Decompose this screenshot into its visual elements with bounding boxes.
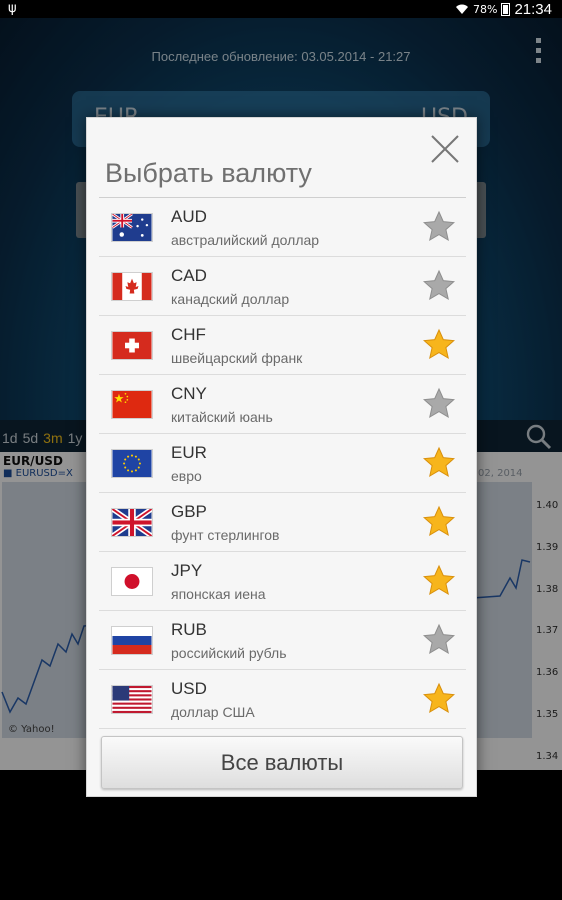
currency-row-cny[interactable]: CNY китайский юань	[99, 375, 466, 434]
currency-name: австралийский доллар	[171, 232, 320, 248]
star-outline-icon[interactable]	[422, 387, 456, 421]
close-icon[interactable]	[428, 132, 462, 166]
au-flag-icon	[111, 213, 153, 242]
jp-flag-icon	[111, 567, 153, 596]
ch-flag-icon	[111, 331, 153, 360]
choose-currency-dialog: Выбрать валюту AUD австралийский доллар CA…	[86, 117, 477, 797]
currency-code: USD	[171, 679, 207, 698]
currency-code: CHF	[171, 325, 206, 344]
currency-name: китайский юань	[171, 409, 273, 425]
currency-name: японская иена	[171, 586, 266, 602]
currency-code: GBP	[171, 502, 207, 521]
star-filled-icon[interactable]	[422, 505, 456, 539]
currency-row-gbp[interactable]: GBP фунт стерлингов	[99, 493, 466, 552]
dialog-title: Выбрать валюту	[105, 158, 312, 188]
currency-row-usd[interactable]: USD доллар США	[99, 670, 466, 729]
usb-icon: ψ	[8, 1, 17, 16]
currency-row-jpy[interactable]: JPY японская иена	[99, 552, 466, 611]
star-filled-icon[interactable]	[422, 682, 456, 716]
star-outline-icon[interactable]	[422, 210, 456, 244]
currency-code: AUD	[171, 207, 207, 226]
star-outline-icon[interactable]	[422, 269, 456, 303]
currency-name: доллар США	[171, 704, 255, 720]
status-bar: ψ 78% 21:34	[0, 0, 562, 18]
currency-name: канадский доллар	[171, 291, 290, 307]
star-outline-icon[interactable]	[422, 623, 456, 657]
cn-flag-icon	[111, 390, 153, 419]
currency-code: CNY	[171, 384, 207, 403]
battery-icon	[501, 2, 511, 16]
currency-row-cad[interactable]: CAD канадский доллар	[99, 257, 466, 316]
eu-flag-icon	[111, 449, 153, 478]
currency-row-eur[interactable]: EUR евро	[99, 434, 466, 493]
star-filled-icon[interactable]	[422, 328, 456, 362]
currency-row-chf[interactable]: CHF швейцарский франк	[99, 316, 466, 375]
currency-name: российский рубль	[171, 645, 287, 661]
star-filled-icon[interactable]	[422, 446, 456, 480]
currency-row-aud[interactable]: AUD австралийский доллар	[99, 198, 466, 257]
currency-name: швейцарский франк	[171, 350, 303, 366]
ca-flag-icon	[111, 272, 153, 301]
wifi-icon	[455, 0, 469, 19]
currency-name: евро	[171, 468, 202, 484]
currency-code: RUB	[171, 620, 207, 639]
clock: 21:34	[514, 0, 552, 18]
ru-flag-icon	[111, 626, 153, 655]
all-currencies-button[interactable]: Все валюты	[101, 736, 463, 789]
currency-code: JPY	[171, 561, 203, 580]
gb-flag-icon	[111, 508, 153, 537]
currency-name: фунт стерлингов	[171, 527, 280, 543]
battery-percent: 78%	[473, 2, 498, 16]
star-filled-icon[interactable]	[422, 564, 456, 598]
currency-list: AUD австралийский доллар CAD канадский долл…	[99, 198, 466, 729]
currency-row-rub[interactable]: RUB российский рубль	[99, 611, 466, 670]
currency-code: CAD	[171, 266, 207, 285]
currency-code: EUR	[171, 443, 207, 462]
us-flag-icon	[111, 685, 153, 714]
